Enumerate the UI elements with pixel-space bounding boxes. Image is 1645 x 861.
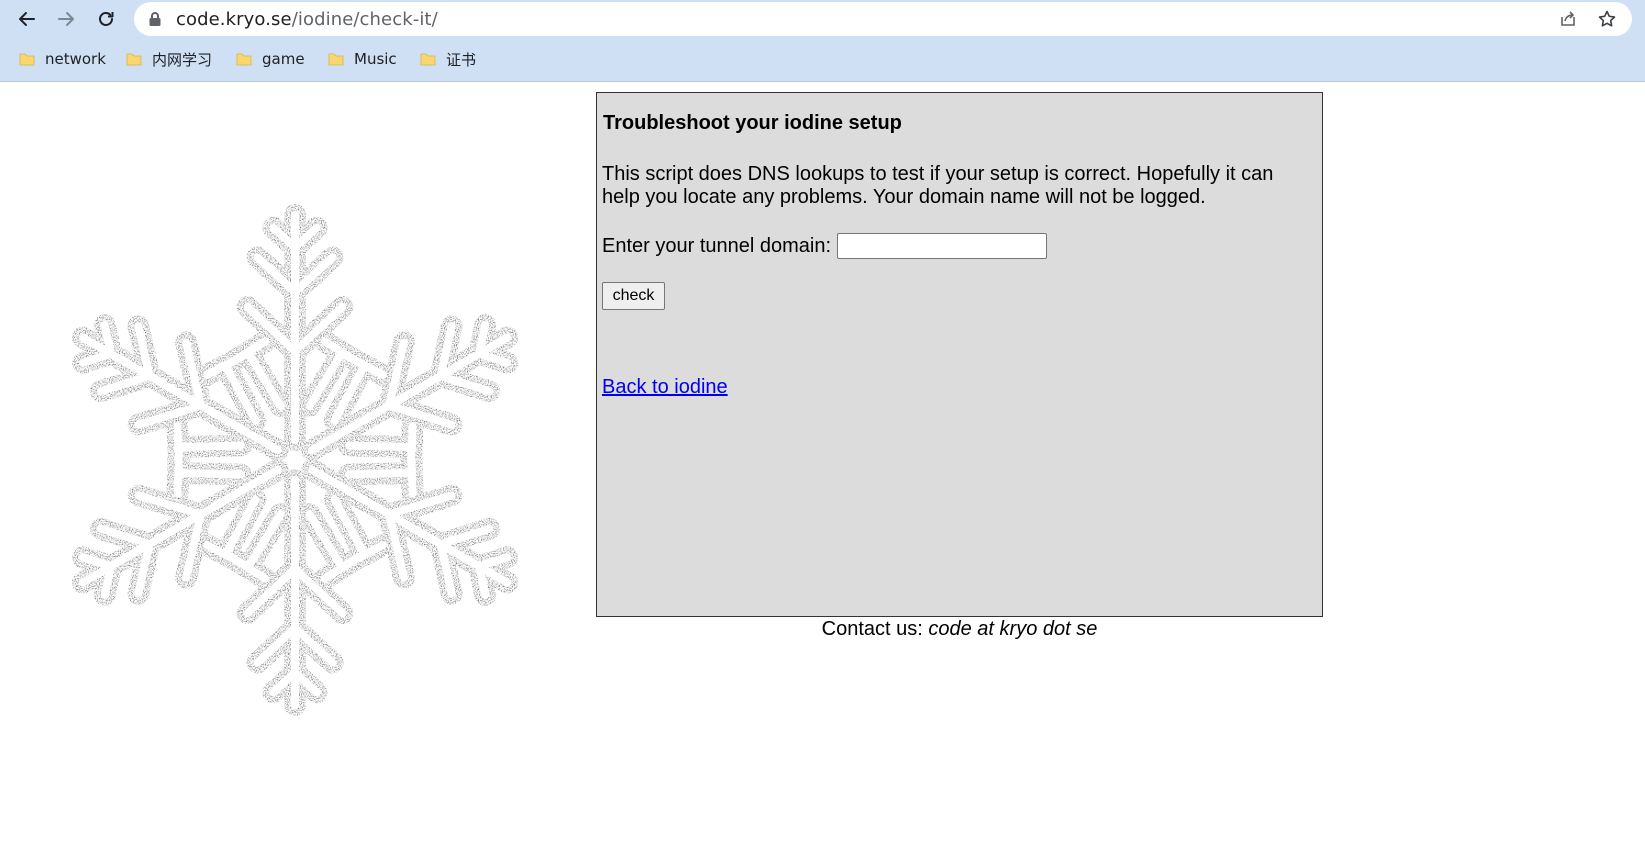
address-bar[interactable]: code.kryo.se/iodine/check-it/ (134, 2, 1632, 36)
folder-icon (236, 53, 252, 66)
contact-prefix: Contact us: (821, 618, 923, 640)
snowflake-logo (38, 185, 552, 735)
bookmarks-bar: network 内网学习 game Music 证书 (0, 38, 1645, 82)
bookmark-label: Music (354, 50, 397, 68)
bookmark-network[interactable]: network (19, 48, 106, 70)
tunnel-domain-input[interactable] (837, 233, 1048, 259)
reload-button[interactable] (94, 7, 118, 31)
troubleshoot-panel: Troubleshoot your iodine setup This scri… (596, 92, 1323, 617)
folder-icon (328, 53, 344, 66)
bookmark-label: game (262, 50, 305, 68)
contact-line: Contact us: code at kryo dot se (596, 618, 1323, 641)
bookmark-game[interactable]: game (236, 48, 305, 70)
reload-icon (99, 12, 114, 26)
browser-toolbar: code.kryo.se/iodine/check-it/ (0, 0, 1645, 38)
bookmark-label: network (45, 50, 106, 68)
contact-email: code at kryo dot se (928, 618, 1098, 640)
page-title: Troubleshoot your iodine setup (603, 112, 902, 134)
description-text: This script does DNS lookups to test if … (602, 163, 1274, 208)
folder-icon (420, 53, 436, 66)
lock-icon (149, 12, 161, 26)
bookmark-intranet-study[interactable]: 内网学习 (126, 48, 212, 70)
url-text[interactable]: code.kryo.se/iodine/check-it/ (176, 9, 438, 30)
star-icon[interactable] (1597, 9, 1617, 29)
forward-button[interactable] (54, 7, 78, 31)
back-to-iodine-link[interactable]: Back to iodine (602, 376, 728, 399)
bookmark-music[interactable]: Music (328, 48, 397, 70)
url-host: code.kryo.se (176, 9, 292, 30)
bookmark-label: 证书 (446, 50, 477, 69)
folder-icon (19, 53, 35, 66)
share-icon[interactable] (1558, 9, 1578, 29)
url-path: /iodine/check-it/ (291, 9, 438, 30)
bookmark-label: 内网学习 (152, 50, 213, 69)
back-button[interactable] (15, 7, 39, 31)
bookmark-certificates[interactable]: 证书 (420, 48, 476, 70)
back-arrow-icon (19, 12, 35, 26)
domain-form-row: Enter your tunnel domain: (602, 233, 1048, 259)
forward-arrow-icon (58, 12, 74, 26)
folder-icon (126, 53, 142, 66)
check-button[interactable]: check (602, 282, 665, 310)
domain-label: Enter your tunnel domain: (602, 234, 832, 257)
